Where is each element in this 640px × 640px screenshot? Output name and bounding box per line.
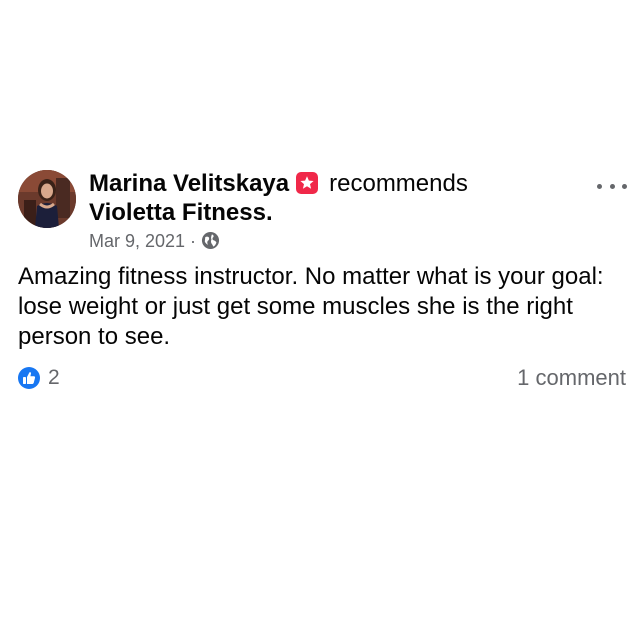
author-avatar[interactable]: [18, 170, 76, 228]
recommendation-post: Marina Velitskaya recommends Violetta Fit…: [0, 0, 640, 640]
author-line: Marina Velitskaya recommends: [89, 170, 468, 198]
more-options-icon[interactable]: [597, 176, 627, 196]
action-text: recommends: [329, 170, 468, 197]
author-name[interactable]: Marina Velitskaya: [89, 170, 289, 197]
post-date[interactable]: Mar 9, 2021 ·: [89, 231, 196, 251]
post-meta: Mar 9, 2021 ·: [89, 230, 220, 252]
reactions-summary[interactable]: 2: [18, 366, 60, 390]
more-dot: [622, 183, 627, 189]
comments-count-link[interactable]: 1 comment: [517, 365, 626, 391]
more-dot: [609, 183, 615, 189]
star-badge-icon: [295, 171, 319, 195]
more-dot: [597, 183, 602, 189]
like-icon: [18, 367, 40, 389]
recommended-page-name[interactable]: Violetta Fitness.: [89, 198, 273, 228]
post-text: Amazing fitness instructor. No matter wh…: [18, 263, 604, 350]
globe-icon: [201, 231, 220, 250]
reaction-count: 2: [48, 366, 60, 389]
